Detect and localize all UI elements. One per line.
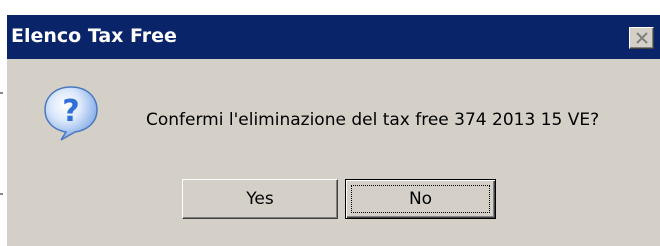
- svg-text:?: ?: [62, 94, 79, 129]
- message-dialog: Elenco Tax Free ? Confermi l'eliminazion…: [6, 14, 660, 246]
- title-bar[interactable]: Elenco Tax Free: [7, 15, 660, 59]
- background-window-strip: ▔▔▔▔▔▔▔▔▔ ▔▔▔▔▔: [0, 0, 660, 14]
- background-text-fragment: ▔▔▔▔▔: [430, 0, 469, 6]
- no-button[interactable]: No: [345, 179, 496, 219]
- focus-rectangle: [351, 185, 490, 213]
- background-text-fragment: ▔▔▔▔▔▔▔▔▔: [92, 0, 162, 6]
- question-icon: ?: [41, 83, 101, 143]
- yes-button-label: Yes: [246, 189, 274, 209]
- background-edge-mark: [0, 92, 3, 94]
- yes-button[interactable]: Yes: [182, 179, 338, 219]
- close-button[interactable]: [629, 27, 654, 49]
- dialog-message: Confermi l'eliminazione del tax free 374…: [146, 110, 600, 130]
- window-title: Elenco Tax Free: [11, 25, 177, 47]
- background-edge-mark: [0, 193, 3, 195]
- close-icon: [635, 32, 648, 44]
